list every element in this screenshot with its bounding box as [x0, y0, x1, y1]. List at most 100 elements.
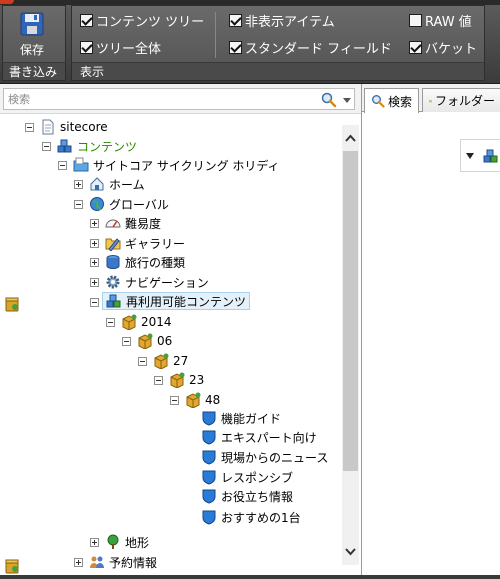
app-logo-corner — [0, 0, 14, 4]
shield-item-icon — [202, 430, 216, 445]
bucket-gutter-icon — [5, 559, 19, 574]
tree-node-item[interactable]: エキスパート向け — [201, 428, 317, 446]
bucket-box-icon — [138, 333, 153, 349]
tree-node-difficulty[interactable]: 難易度 — [105, 214, 161, 232]
tree-node-home[interactable]: ホーム — [89, 175, 145, 193]
raw-values-checkbox[interactable] — [409, 13, 422, 27]
tree-node-booking[interactable]: 予約情報 — [89, 553, 157, 571]
save-button[interactable]: 保存 — [7, 10, 57, 60]
scrollbar-thumb[interactable] — [343, 151, 358, 471]
site-folder-icon — [73, 157, 89, 172]
tree-node-content[interactable]: コンテンツ — [57, 137, 137, 155]
tree-node-label: 06 — [157, 334, 173, 348]
collapse-toggle[interactable] — [74, 200, 83, 209]
shield-item-icon — [202, 450, 216, 465]
search-input[interactable] — [8, 91, 308, 107]
scroll-down-icon[interactable] — [344, 545, 357, 559]
standard-fields-checkbox[interactable] — [229, 40, 242, 54]
expand-toggle[interactable] — [90, 219, 99, 228]
collapse-toggle[interactable] — [138, 357, 147, 366]
expand-toggle[interactable] — [90, 538, 99, 547]
tab-search[interactable]: 検索 — [364, 88, 420, 113]
bucket-box-icon — [154, 353, 169, 369]
tree-node-label: 48 — [205, 393, 221, 407]
tree-node-item[interactable]: 機能ガイド — [201, 409, 281, 427]
expand-toggle[interactable] — [90, 278, 99, 287]
collapse-toggle[interactable] — [90, 298, 99, 307]
standard-fields-label: スタンダード フィールド — [245, 41, 392, 57]
tree-node-item[interactable]: レスポンシブ — [201, 468, 293, 486]
collapse-toggle[interactable] — [170, 396, 179, 405]
tree-node-sitecore[interactable]: sitecore — [40, 118, 108, 136]
tree-node-site[interactable]: サイトコア サイクリング ホリディ — [73, 156, 280, 174]
tree-node-label: コンテンツ — [77, 139, 138, 154]
dropdown-arrow-icon[interactable] — [466, 153, 474, 159]
save-label: 保存 — [19, 43, 44, 57]
scroll-up-icon[interactable] — [344, 131, 357, 145]
tree-node-label: ナビゲーション — [125, 275, 209, 290]
expand-toggle[interactable] — [74, 558, 83, 567]
tree-node-label: sitecore — [60, 120, 108, 134]
tree-node-2014[interactable]: 2014 — [121, 313, 172, 331]
tree-node-trip-types[interactable]: 旅行の種類 — [105, 253, 185, 271]
content-tree: sitecore コンテンツ サイトコア サイクリング ホリディ ホーム グロー… — [0, 115, 361, 575]
shield-item-icon — [202, 489, 216, 504]
collapse-toggle[interactable] — [58, 161, 67, 170]
tree-node-label: 難易度 — [125, 216, 162, 231]
view-group: コンテンツ ツリー ツリー全体 非表示アイテム スタンダード フィールド RAW… — [71, 5, 485, 81]
search-options-dropdown[interactable] — [343, 98, 351, 103]
tree-node-gallery[interactable]: ギャラリー — [105, 234, 185, 252]
tree-node-48[interactable]: 48 — [185, 391, 220, 409]
content-cubes-icon — [106, 294, 121, 308]
tree-node-reusable-content[interactable]: 再利用可能コンテンツ — [102, 292, 251, 310]
bucket-box-icon — [170, 372, 185, 388]
tree-node-item[interactable]: 現場からのニュース — [201, 448, 328, 466]
buckets-checkbox[interactable] — [409, 40, 422, 54]
right-panel: 検索 フォルダー — [362, 84, 500, 579]
write-group: 保存 書き込み — [2, 5, 66, 81]
expand-toggle[interactable] — [74, 180, 83, 189]
shield-item-icon — [202, 470, 216, 485]
search-icon[interactable] — [320, 92, 338, 108]
tree-node-23[interactable]: 23 — [169, 371, 204, 389]
tree-node-label: お役立ち情報 — [221, 489, 294, 504]
tree-node-item[interactable]: お役立ち情報 — [201, 487, 293, 505]
option-hidden-items[interactable]: 非表示アイテム — [229, 10, 335, 30]
view-group-label: 表示 — [72, 62, 484, 80]
tree-node-terrain[interactable]: 地形 — [105, 533, 149, 551]
option-content-tree[interactable]: コンテンツ ツリー — [80, 10, 204, 30]
expand-toggle[interactable] — [90, 239, 99, 248]
content-tree-checkbox[interactable] — [80, 13, 93, 27]
globe-icon — [90, 197, 104, 211]
hidden-items-checkbox[interactable] — [229, 13, 242, 27]
tree-node-06[interactable]: 06 — [137, 332, 172, 350]
tree-node-item[interactable]: おすすめの1台 — [201, 508, 301, 526]
tree-node-label: 23 — [189, 373, 205, 387]
option-buckets[interactable]: バケット — [409, 37, 477, 57]
entire-tree-checkbox[interactable] — [80, 40, 93, 54]
tree-node-label: エキスパート向け — [221, 430, 317, 445]
write-group-label: 書き込み — [3, 62, 65, 80]
content-cubes-icon — [483, 149, 498, 163]
collapse-toggle[interactable] — [106, 318, 115, 327]
expand-toggle[interactable] — [90, 258, 99, 267]
database-icon — [106, 255, 120, 270]
tree-scrollbar[interactable] — [342, 125, 359, 565]
option-standard-fields[interactable]: スタンダード フィールド — [229, 37, 392, 57]
collapse-toggle[interactable] — [42, 142, 51, 151]
tree-node-label: ホーム — [109, 177, 145, 192]
tab-folder[interactable]: フォルダー — [422, 88, 500, 112]
tree-node-27[interactable]: 27 — [153, 352, 188, 370]
ribbon: 保存 書き込み コンテンツ ツリー ツリー全体 非表示アイテム スタンダード フ… — [0, 0, 500, 84]
tree-node-navigation[interactable]: ナビゲーション — [105, 273, 209, 291]
save-icon — [20, 12, 44, 36]
tree-node-label: おすすめの1台 — [221, 510, 301, 525]
collapse-toggle[interactable] — [122, 337, 131, 346]
option-raw-values[interactable]: RAW 値 — [409, 10, 472, 30]
option-entire-tree[interactable]: ツリー全体 — [80, 37, 161, 57]
tree-node-label: グローバル — [109, 197, 169, 212]
collapse-toggle[interactable] — [154, 376, 163, 385]
tree-node-global[interactable]: グローバル — [89, 195, 169, 213]
content-cubes-icon — [57, 139, 72, 153]
collapse-toggle[interactable] — [25, 123, 34, 132]
